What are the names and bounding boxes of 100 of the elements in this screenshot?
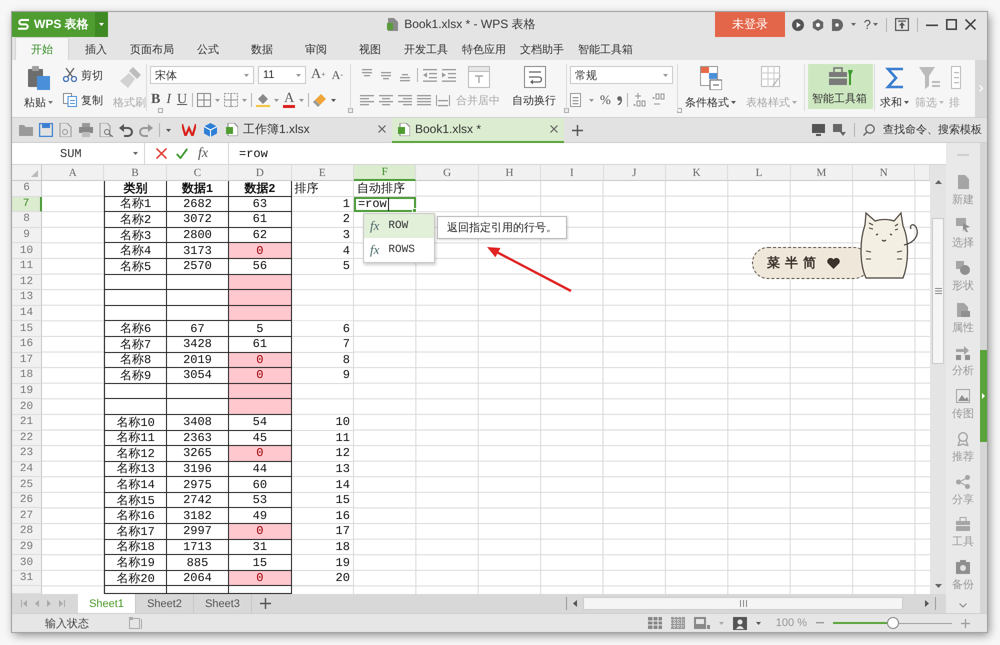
menu-tab[interactable]: 视图 xyxy=(343,37,397,60)
row-header[interactable]: 18 xyxy=(12,368,42,384)
distributed-icon[interactable] xyxy=(436,93,450,107)
arrow-up-box-icon[interactable] xyxy=(895,18,909,31)
bold-button[interactable]: B xyxy=(150,92,162,108)
plus-icon[interactable] xyxy=(260,598,271,609)
caret-icon[interactable] xyxy=(133,152,138,155)
grid-view-icon[interactable] xyxy=(648,617,662,629)
chevron-down-icon[interactable] xyxy=(959,602,967,608)
cancel-icon[interactable] xyxy=(156,148,167,159)
row-header[interactable]: 13 xyxy=(12,290,42,306)
dialog-launcher-icon[interactable] xyxy=(348,108,353,113)
row-header[interactable]: 24 xyxy=(12,462,42,478)
row-header[interactable]: 16 xyxy=(12,336,42,353)
cut-button[interactable]: 剪切 xyxy=(63,66,103,84)
fill-handle[interactable] xyxy=(412,208,418,214)
caret-icon[interactable] xyxy=(95,12,108,37)
row-header[interactable]: 15 xyxy=(12,321,42,337)
check-icon[interactable] xyxy=(176,148,188,159)
row-header[interactable]: 25 xyxy=(12,477,42,493)
minus-icon[interactable] xyxy=(816,622,824,624)
caret-icon[interactable] xyxy=(904,101,909,104)
indent-decrease-icon[interactable] xyxy=(423,68,437,82)
person-box-icon[interactable] xyxy=(732,616,747,630)
row-header[interactable]: 8 xyxy=(12,212,42,228)
align-right-icon[interactable] xyxy=(398,93,412,107)
dashed-border-icon[interactable] xyxy=(224,93,238,107)
column-header[interactable]: I xyxy=(541,165,604,181)
row-header[interactable]: 14 xyxy=(12,306,42,322)
font-color-button[interactable]: A xyxy=(283,92,296,108)
page-view-icon[interactable] xyxy=(670,617,685,629)
first-sheet-icon[interactable] xyxy=(21,600,27,607)
font-name-dropdown[interactable]: 宋体 xyxy=(150,66,254,84)
caret-icon[interactable] xyxy=(296,74,301,76)
row-header[interactable]: 30 xyxy=(12,555,42,571)
row-header[interactable]: 21 xyxy=(12,414,42,430)
dialog-launcher-icon[interactable] xyxy=(564,108,569,113)
undo-icon[interactable] xyxy=(119,123,133,137)
column-header[interactable]: M xyxy=(790,165,854,181)
menu-tab[interactable]: 特色应用 xyxy=(455,37,513,60)
row-header[interactable]: 17 xyxy=(12,352,42,368)
caret-icon[interactable] xyxy=(663,74,668,76)
row-header[interactable]: 19 xyxy=(12,384,42,400)
scroll-thumb[interactable] xyxy=(583,597,903,610)
row-header[interactable]: 9 xyxy=(12,228,42,244)
last-sheet-icon[interactable] xyxy=(59,600,65,607)
menu-tab[interactable]: 页面布局 xyxy=(123,37,181,60)
print-icon[interactable] xyxy=(79,123,93,137)
row-header[interactable]: 20 xyxy=(12,399,42,415)
plus-icon[interactable] xyxy=(572,124,583,136)
caret-icon[interactable] xyxy=(850,23,856,26)
row-header[interactable]: 26 xyxy=(12,492,42,508)
menu-tab[interactable]: 数据 xyxy=(235,37,289,60)
row-header[interactable]: 11 xyxy=(12,258,42,275)
column-header[interactable]: D xyxy=(229,165,292,181)
menu-tab[interactable]: 智能工具箱 xyxy=(571,37,640,60)
window-icon[interactable] xyxy=(129,617,142,629)
login-button[interactable]: 未登录 xyxy=(714,12,785,37)
menu-tab[interactable]: 开始 xyxy=(15,37,69,60)
caret-up-icon[interactable] xyxy=(934,180,942,184)
close-icon[interactable] xyxy=(378,125,386,133)
italic-button[interactable]: I xyxy=(165,92,172,108)
slider-thumb[interactable] xyxy=(886,617,898,629)
caret-down-icon[interactable] xyxy=(934,584,942,588)
smart-toolbox-button[interactable]: 智能工具箱 xyxy=(808,64,873,109)
font-size-dropdown[interactable]: 11 xyxy=(258,66,306,84)
window-layout-icon[interactable] xyxy=(694,617,710,629)
conditional-format-button[interactable]: 条件格式 xyxy=(681,64,740,113)
caret-left-icon[interactable] xyxy=(573,600,577,607)
menu-tab[interactable]: 公式 xyxy=(181,37,235,60)
column-header[interactable]: B xyxy=(104,165,167,181)
document-tab[interactable]: 工作簿1.xlsx xyxy=(220,118,392,142)
decimal-increase-icon[interactable] xyxy=(632,93,647,107)
caret-icon[interactable] xyxy=(731,101,736,104)
row-header[interactable]: 10 xyxy=(12,243,42,259)
caret-icon[interactable] xyxy=(244,74,249,76)
vertical-scrollbar[interactable] xyxy=(930,165,946,594)
name-box[interactable]: SUM xyxy=(12,143,145,164)
align-left-icon[interactable] xyxy=(360,93,374,107)
folder-icon[interactable] xyxy=(19,123,33,137)
column-header[interactable]: J xyxy=(604,165,666,181)
function-suggestion[interactable]: fx ROW xyxy=(364,214,434,238)
function-suggestion[interactable]: fx ROWS xyxy=(364,238,434,262)
align-center-icon[interactable] xyxy=(379,93,393,107)
row-header[interactable]: 7 xyxy=(12,196,42,212)
caret-icon[interactable] xyxy=(756,622,761,624)
number-format-icon[interactable] xyxy=(570,93,584,107)
row-header[interactable]: 29 xyxy=(12,540,42,556)
fill-bucket-icon[interactable] xyxy=(256,93,270,107)
dialog-launcher-icon[interactable] xyxy=(677,108,682,113)
column-header[interactable]: A xyxy=(42,165,104,181)
column-header[interactable]: N xyxy=(853,165,916,181)
table-border-icon[interactable] xyxy=(197,93,212,107)
app-menu-button[interactable]: WPS 表格 xyxy=(12,12,108,37)
row-header[interactable]: 6 xyxy=(12,181,42,197)
hexagon-icon[interactable] xyxy=(812,18,824,30)
caret-icon[interactable] xyxy=(331,98,336,102)
column-header[interactable]: L xyxy=(728,165,791,181)
column-header[interactable]: C xyxy=(166,165,230,181)
shrink-font-button[interactable]: A$^{-}$ xyxy=(330,67,344,83)
